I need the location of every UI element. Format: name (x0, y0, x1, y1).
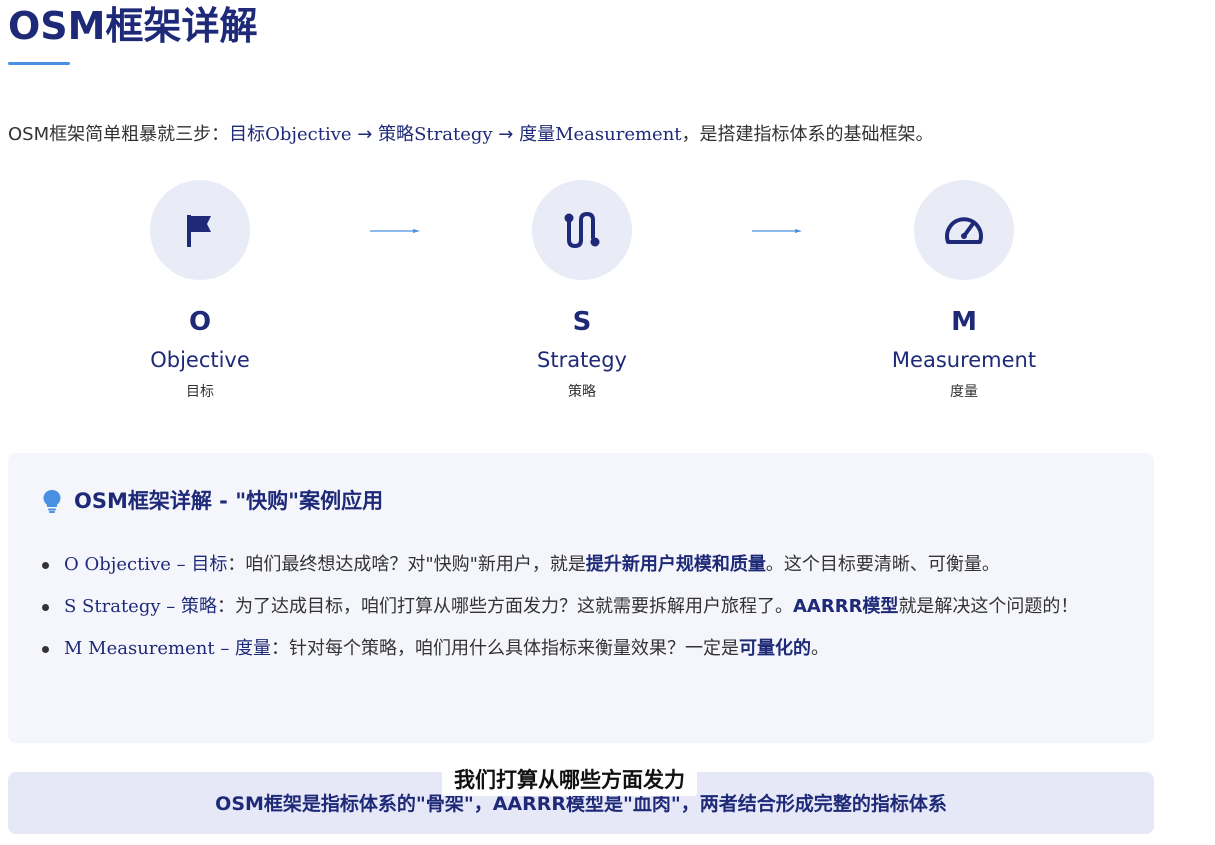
arrow-right-icon (370, 229, 420, 233)
page-title: OSM框架详解 (8, 4, 258, 48)
step-letter: O (188, 307, 212, 337)
intro-text: OSM框架简单粗暴就三步：目标Objective → 策略Strategy → … (8, 122, 934, 148)
bullet-lead: S Strategy – 策略 (64, 596, 217, 617)
intro-prefix: OSM框架简单粗暴就三步： (8, 124, 230, 145)
case-card: OSM框架详解 - "快购"案例应用 O Objective – 目标：咱们最终… (8, 453, 1154, 743)
intro-strategy-en: Strategy (414, 124, 493, 145)
card-title: OSM框架详解 - "快购"案例应用 (42, 486, 383, 516)
list-item: O Objective – 目标：咱们最终想达成啥？对"快购"新用户，就是提升新… (42, 549, 1122, 581)
card-title-text: OSM框架详解 - "快购"案例应用 (74, 489, 384, 513)
step-letter: S (572, 307, 592, 337)
route-icon (564, 211, 600, 249)
video-subtitle: 我们打算从哪些方面发力 (442, 764, 697, 796)
intro-measurement-en: Measurement (555, 124, 682, 145)
bullet-lead: M Measurement – 度量 (64, 638, 272, 659)
step-cn: 策略 (568, 384, 596, 400)
intro-objective-cn: 目标 (229, 124, 266, 145)
bullet-bold: AARRR模型 (792, 596, 899, 617)
bullet-list: O Objective – 目标：咱们最终想达成啥？对"快购"新用户，就是提升新… (42, 549, 1122, 675)
title-underline (8, 62, 70, 65)
list-item: S Strategy – 策略：为了达成目标，咱们打算从哪些方面发力？这就需要拆… (42, 591, 1122, 623)
lightbulb-icon (42, 489, 62, 513)
bullet-text: ：针对每个策略，咱们用什么具体指标来衡量效果？一定是 (271, 638, 740, 659)
step-cn: 度量 (950, 384, 978, 400)
step-name: Measurement (891, 348, 1037, 372)
measurement-icon-circle (914, 180, 1014, 280)
step-cn: 目标 (186, 384, 214, 400)
step-name: Objective (150, 348, 250, 372)
bullet-text: 就是解决这个问题的！ (898, 596, 1079, 617)
bullet-text: 。 (811, 638, 830, 659)
bullet-text: 。这个目标要清晰、可衡量。 (765, 554, 1000, 575)
intro-suffix: ，是搭建指标体系的基础框架。 (681, 124, 934, 145)
list-item: M Measurement – 度量：针对每个策略，咱们用什么具体指标来衡量效果… (42, 633, 1122, 665)
gauge-icon (945, 217, 983, 244)
intro-measurement-cn: 度量 (519, 124, 556, 145)
step-objective: O Objective 目标 (70, 180, 330, 402)
step-letter: M (951, 307, 977, 337)
strategy-icon-circle (532, 180, 632, 280)
intro-objective-en: Objective (265, 124, 352, 145)
bullet-text: ：咱们最终想达成啥？对"快购"新用户，就是 (227, 554, 586, 575)
bullet-lead: O Objective – 目标 (64, 554, 228, 575)
step-strategy: S Strategy 策略 (452, 180, 712, 402)
arrow-right-icon (752, 229, 802, 233)
bullet-bold: 可量化的 (739, 638, 812, 659)
flag-icon (187, 215, 211, 247)
step-measurement: M Measurement 度量 (834, 180, 1094, 402)
objective-icon-circle (150, 180, 250, 280)
step-name: Strategy (537, 348, 627, 372)
intro-arrow-2: → (492, 124, 520, 145)
intro-strategy-cn: 策略 (378, 124, 415, 145)
bullet-text: ：为了达成目标，咱们打算从哪些方面发力？这就需要拆解用户旅程了。 (216, 596, 793, 617)
intro-arrow-1: → (351, 124, 379, 145)
bullet-bold: 提升新用户规模和质量 (585, 554, 766, 575)
